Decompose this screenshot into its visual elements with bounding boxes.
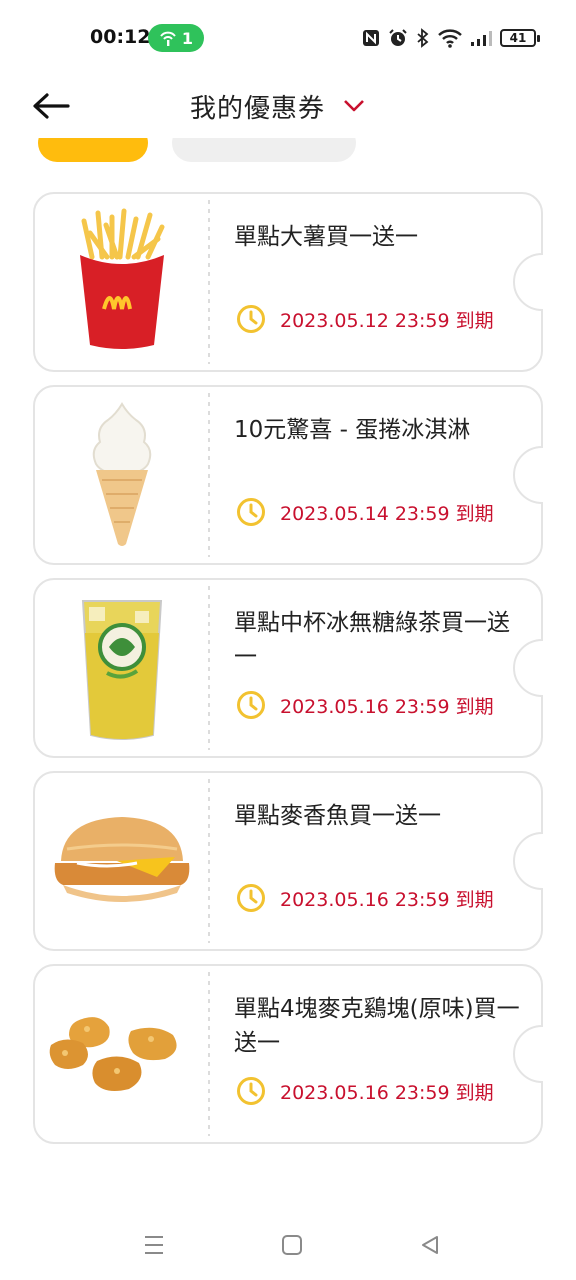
expiry-text: 2023.05.14 23:59 到期 [280, 502, 494, 525]
expiry-text: 2023.05.12 23:59 到期 [280, 309, 494, 332]
ice-cream-cone-image [42, 395, 202, 555]
filter-chip-inactive[interactable] [172, 138, 356, 162]
signal-icon [471, 31, 492, 46]
coupon-expiry: 2023.05.16 23:59 到期 [236, 1076, 494, 1106]
page-title: 我的優惠券 [190, 93, 326, 124]
clock-icon [237, 305, 265, 333]
hotspot-count: 1 [181, 28, 194, 48]
nav-back-button[interactable] [410, 1228, 450, 1262]
coupon-expiry: 2023.05.12 23:59 到期 [236, 304, 494, 334]
fries-image [42, 202, 202, 362]
coupon-name: 單點中杯冰無糖綠茶買一送一 [234, 610, 510, 670]
coupon-card[interactable]: 單點4塊麥克鷄塊(原味)買一送一 2023.05.16 23:59 到期 [32, 964, 544, 1144]
back-button[interactable] [30, 88, 72, 124]
alarm-icon [389, 29, 407, 46]
chevron-down-icon [344, 100, 364, 112]
hotspot-indicator: 1 [148, 24, 204, 52]
status-bar: 00:12 1 41 [0, 0, 576, 76]
clock-icon [237, 884, 265, 912]
clock-icon [237, 691, 265, 719]
coupon-name: 單點大薯買一送一 [234, 224, 418, 250]
menu-button[interactable] [134, 1228, 174, 1262]
coupon-card[interactable]: 單點大薯買一送一 2023.05.12 23:59 到期 [32, 192, 544, 372]
expiry-text: 2023.05.16 23:59 到期 [280, 1081, 494, 1104]
filter-chips [0, 138, 576, 164]
back-triangle-icon [422, 1236, 438, 1254]
coupon-expiry: 2023.05.14 23:59 到期 [236, 497, 494, 527]
coupon-name: 單點麥香魚買一送一 [234, 803, 441, 829]
arrow-left-icon [33, 93, 70, 119]
coupon-expiry: 2023.05.16 23:59 到期 [236, 883, 494, 913]
coupon-name: 單點4塊麥克鷄塊(原味)買一送一 [234, 996, 520, 1056]
coupon-card[interactable]: 單點麥香魚買一送一 2023.05.16 23:59 到期 [32, 771, 544, 951]
green-tea-image [42, 588, 202, 748]
filet-o-fish-image [42, 781, 202, 941]
coupon-expiry: 2023.05.16 23:59 到期 [236, 690, 494, 720]
status-time: 00:12 [90, 26, 151, 48]
filter-chip-active[interactable] [38, 138, 148, 162]
battery-icon: 41 [500, 29, 540, 47]
hotspot-icon [160, 31, 176, 46]
clock-icon [237, 1077, 265, 1105]
menu-icon [145, 1236, 163, 1254]
coupon-type-dropdown[interactable]: 我的優惠券 [190, 88, 365, 124]
system-nav-bar [0, 1210, 576, 1280]
chicken-nuggets-image [42, 974, 202, 1134]
header: 我的優惠券 [0, 76, 576, 138]
expiry-text: 2023.05.16 23:59 到期 [280, 888, 494, 911]
coupon-name: 10元驚喜 - 蛋捲冰淇淋 [234, 417, 471, 443]
home-square-icon [282, 1235, 302, 1255]
coupon-card[interactable]: 單點中杯冰無糖綠茶買一送一 2023.05.16 23:59 到期 [32, 578, 544, 758]
coupon-list: 單點大薯買一送一 2023.05.12 23:59 到期 10元驚喜 - 蛋捲冰… [32, 192, 544, 1157]
home-button[interactable] [272, 1228, 312, 1262]
coupon-card[interactable]: 10元驚喜 - 蛋捲冰淇淋 2023.05.14 23:59 到期 [32, 385, 544, 565]
expiry-text: 2023.05.16 23:59 到期 [280, 695, 494, 718]
nfc-icon [363, 30, 379, 46]
status-icons: 41 [362, 26, 540, 50]
bluetooth-icon [417, 28, 429, 48]
clock-icon [237, 498, 265, 526]
wifi-icon [438, 29, 462, 48]
